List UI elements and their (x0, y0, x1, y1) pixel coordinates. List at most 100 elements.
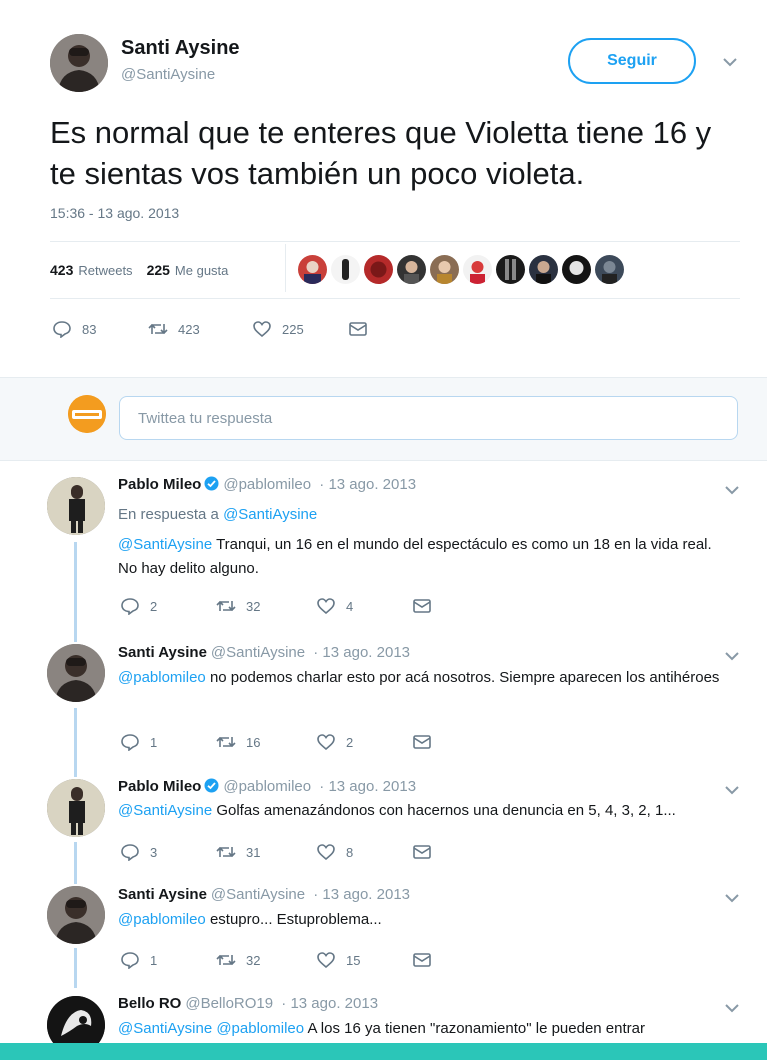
reply-actions: 1 16 2 (120, 733, 442, 751)
reply-date[interactable]: · 13 ago. 2013 (313, 644, 410, 661)
tweet-timestamp[interactable]: 15:36 - 13 ago. 2013 (50, 205, 179, 221)
reply-author-handle[interactable]: @SantiAysine (211, 886, 305, 903)
chevron-down-icon[interactable] (723, 891, 741, 905)
reply-author-name[interactable]: Pablo Mileo (118, 476, 201, 493)
reply-header: Bello RO @BelloRO19 · 13 ago. 2013 (118, 995, 378, 1012)
retweet-button[interactable]: 32 (216, 951, 316, 969)
like-button[interactable]: 4 (316, 597, 412, 615)
chevron-down-icon[interactable] (721, 55, 739, 69)
like-button[interactable]: 15 (316, 951, 412, 969)
reply-tweet: Pablo Mileo @pablomileo · 13 ago. 2013 En… (0, 462, 767, 632)
retweet-button[interactable]: 16 (216, 733, 316, 751)
retweet-button[interactable]: 31 (216, 843, 316, 861)
reply-author-handle[interactable]: @pablomileo (223, 476, 311, 493)
retweet-icon (216, 736, 236, 748)
reply-date[interactable]: · 13 ago. 2013 (313, 886, 410, 903)
liker-avatar[interactable] (331, 255, 360, 284)
liker-avatar[interactable] (529, 255, 558, 284)
like-button[interactable]: 2 (316, 733, 412, 751)
envelope-icon (349, 322, 367, 336)
reply-input[interactable] (119, 396, 738, 440)
chevron-down-icon[interactable] (723, 1001, 741, 1015)
reply-author-name[interactable]: Pablo Mileo (118, 778, 201, 795)
main-tweet: Santi Aysine @SantiAysine Seguir Es norm… (0, 0, 767, 376)
author-name[interactable]: Santi Aysine (121, 37, 240, 60)
reply-author-handle[interactable]: @pablomileo (223, 778, 311, 795)
retweet-button[interactable]: 32 (216, 597, 316, 615)
reply-text: @SantiAysine Tranqui, un 16 en el mundo … (118, 536, 712, 577)
direct-message-button[interactable] (348, 320, 378, 338)
reply-button[interactable]: 83 (52, 320, 148, 338)
likes-stat[interactable]: 225 Me gusta (147, 262, 229, 278)
reply-author-name[interactable]: Santi Aysine (118, 886, 207, 903)
chevron-down-icon[interactable] (723, 649, 741, 663)
reply-button[interactable]: 1 (120, 733, 216, 751)
bottom-banner (0, 1043, 767, 1060)
direct-message-button[interactable] (412, 843, 442, 861)
chevron-down-icon[interactable] (723, 783, 741, 797)
reply-avatar[interactable] (47, 886, 105, 944)
liker-avatar[interactable] (397, 255, 426, 284)
direct-message-button[interactable] (412, 951, 442, 969)
retweets-stat[interactable]: 423 Retweets (50, 262, 133, 278)
author-avatar[interactable] (50, 34, 108, 92)
retweet-icon (148, 323, 168, 335)
reply-date[interactable]: · 13 ago. 2013 (319, 778, 416, 795)
thread-line (74, 948, 77, 988)
reply-button[interactable]: 3 (120, 843, 216, 861)
reply-author-name[interactable]: Santi Aysine (118, 644, 207, 661)
like-button[interactable]: 8 (316, 843, 412, 861)
thread-line (74, 772, 77, 777)
liker-avatar[interactable] (496, 255, 525, 284)
follow-button[interactable]: Seguir (568, 38, 696, 84)
liker-avatar[interactable] (595, 255, 624, 284)
liker-avatar[interactable] (430, 255, 459, 284)
retweet-icon (216, 954, 236, 966)
direct-message-button[interactable] (412, 733, 442, 751)
reply-avatar[interactable] (47, 477, 105, 535)
reply-icon (121, 844, 139, 861)
retweet-icon (216, 600, 236, 612)
in-reply-to-link[interactable]: @SantiAysine (223, 506, 317, 523)
like-button[interactable]: 225 (252, 320, 348, 338)
mention-link[interactable]: @SantiAysine (118, 536, 212, 553)
liker-avatar[interactable] (364, 255, 393, 284)
reply-author-name[interactable]: Bello RO (118, 995, 181, 1012)
thread-line (74, 542, 77, 632)
mention-link[interactable]: @SantiAysine @pablomileo (118, 1020, 304, 1037)
reply-icon (121, 734, 139, 751)
reply-avatar[interactable] (47, 779, 105, 837)
reply-button[interactable]: 2 (120, 597, 216, 615)
reply-header: Pablo Mileo @pablomileo · 13 ago. 2013 (118, 476, 416, 493)
chevron-down-icon[interactable] (723, 483, 741, 497)
reply-author-handle[interactable]: @BelloRO19 (185, 995, 273, 1012)
mention-link[interactable]: @pablomileo (118, 669, 206, 686)
divider (50, 298, 740, 299)
reply-actions: 1 32 15 (120, 951, 442, 969)
mention-link[interactable]: @pablomileo (118, 911, 206, 928)
reply-tweet: Santi Aysine @SantiAysine · 13 ago. 2013 … (0, 632, 767, 772)
envelope-icon (413, 953, 431, 967)
liker-avatar[interactable] (463, 255, 492, 284)
author-handle[interactable]: @SantiAysine (121, 66, 215, 83)
divider (50, 241, 740, 242)
liker-avatar[interactable] (562, 255, 591, 284)
heart-icon (317, 598, 335, 615)
likers-avatars (298, 255, 628, 284)
reply-date[interactable]: · 13 ago. 2013 (319, 476, 416, 493)
retweet-button[interactable]: 423 (148, 320, 252, 338)
direct-message-button[interactable] (412, 597, 442, 615)
reply-avatar[interactable] (47, 644, 105, 702)
reply-text: @SantiAysine @pablomileo A los 16 ya tie… (118, 1020, 645, 1037)
thread-line (74, 842, 77, 880)
reply-text: @pablomileo no podemos charlar esto por … (118, 669, 720, 686)
reply-author-handle[interactable]: @SantiAysine (211, 644, 305, 661)
user-avatar[interactable] (68, 395, 106, 433)
reply-date[interactable]: · 13 ago. 2013 (281, 995, 378, 1012)
liker-avatar[interactable] (298, 255, 327, 284)
thread-line (74, 632, 77, 642)
mention-link[interactable]: @SantiAysine (118, 802, 212, 819)
reply-actions: 3 31 8 (120, 843, 442, 861)
reply-button[interactable]: 1 (120, 951, 216, 969)
verified-badge-icon (204, 476, 219, 491)
